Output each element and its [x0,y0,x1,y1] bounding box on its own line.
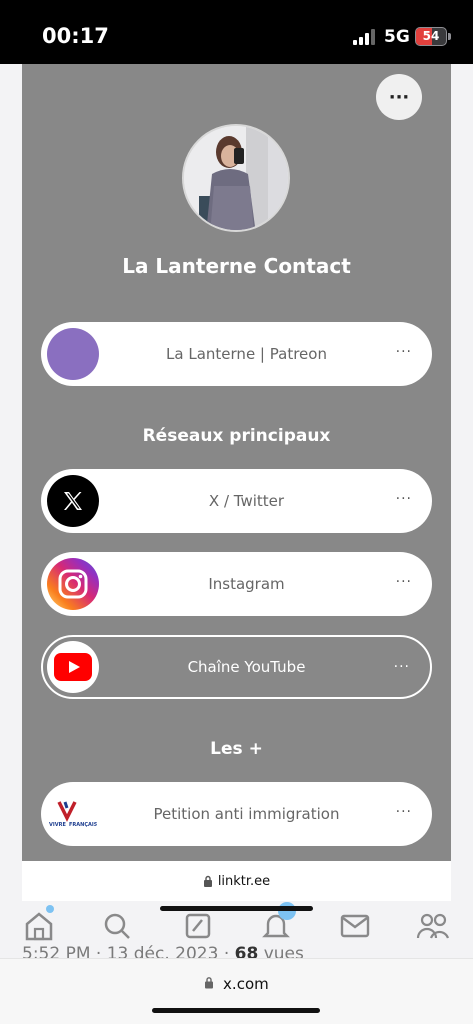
instagram-logo-icon [47,558,99,610]
link-label: Instagram [208,575,285,593]
communities-icon [416,913,450,939]
battery-tip [448,33,451,40]
link-label: La Lanterne | Patreon [166,345,327,363]
link-more-button[interactable]: ··· [396,491,412,507]
compose-tab[interactable] [180,908,216,944]
link-petition[interactable]: VIVRE FRANÇAIS Petition anti immigration… [41,782,432,846]
link-label: Petition anti immigration [153,805,340,823]
mail-icon [340,914,370,938]
x-logo-icon [47,475,99,527]
clock: 00:17 [42,24,109,48]
link-more-button[interactable]: ··· [396,804,412,820]
home-tab[interactable] [21,908,57,944]
network-label: 5G [384,27,410,47]
search-icon [104,913,130,939]
inner-url-text: linktr.ee [217,873,271,889]
linktree-sheet: ··· La Lanterne Contact La Lanterne | Pa… [22,64,451,901]
status-bar: 00:17 5G 54 [0,0,473,64]
battery-level: 54 [422,29,440,43]
patreon-thumbnail [47,328,99,380]
logo-text-top: VIVRE [49,822,66,828]
link-instagram[interactable]: Instagram ··· [41,552,432,616]
profile-more-button[interactable]: ··· [376,74,422,120]
messages-tab[interactable] [337,908,373,944]
sheet-drag-handle[interactable] [160,906,313,911]
profile-name: La Lanterne Contact [122,254,351,278]
browser-url-text: x.com [223,975,269,993]
section-title: Réseaux principaux [142,426,331,446]
link-label: X / Twitter [208,492,285,510]
linktree-page: ··· La Lanterne Contact La Lanterne | Pa… [22,64,451,861]
signal-icon [353,29,375,45]
lock-icon [205,977,214,989]
link-label: Chaîne YouTube [187,658,306,676]
vivre-francais-logo: VIVRE FRANÇAIS [47,788,99,840]
home-icon [25,912,53,941]
profile-avatar [182,124,290,232]
link-more-button[interactable]: ··· [396,344,412,360]
link-x-twitter[interactable]: X / Twitter ··· [41,469,432,533]
link-patreon[interactable]: La Lanterne | Patreon ··· [41,322,432,386]
search-tab[interactable] [99,908,135,944]
link-more-button[interactable]: ··· [394,659,410,675]
communities-tab[interactable] [415,908,451,944]
section-title: Les + [210,739,263,759]
battery-icon: 54 [415,27,447,46]
home-indicator [152,1008,320,1013]
link-youtube[interactable]: Chaîne YouTube ··· [41,635,432,699]
notifications-badge [278,902,296,920]
browser-url: x.com [0,975,473,993]
lock-icon [203,875,212,887]
compose-icon [185,913,211,939]
youtube-logo-icon [47,641,99,693]
home-badge [46,905,54,913]
link-more-button[interactable]: ··· [396,574,412,590]
inner-url-bar[interactable]: linktr.ee [22,861,451,901]
browser-url-bar[interactable]: x.com [0,958,473,1024]
logo-text-bottom: FRANÇAIS [69,822,98,828]
